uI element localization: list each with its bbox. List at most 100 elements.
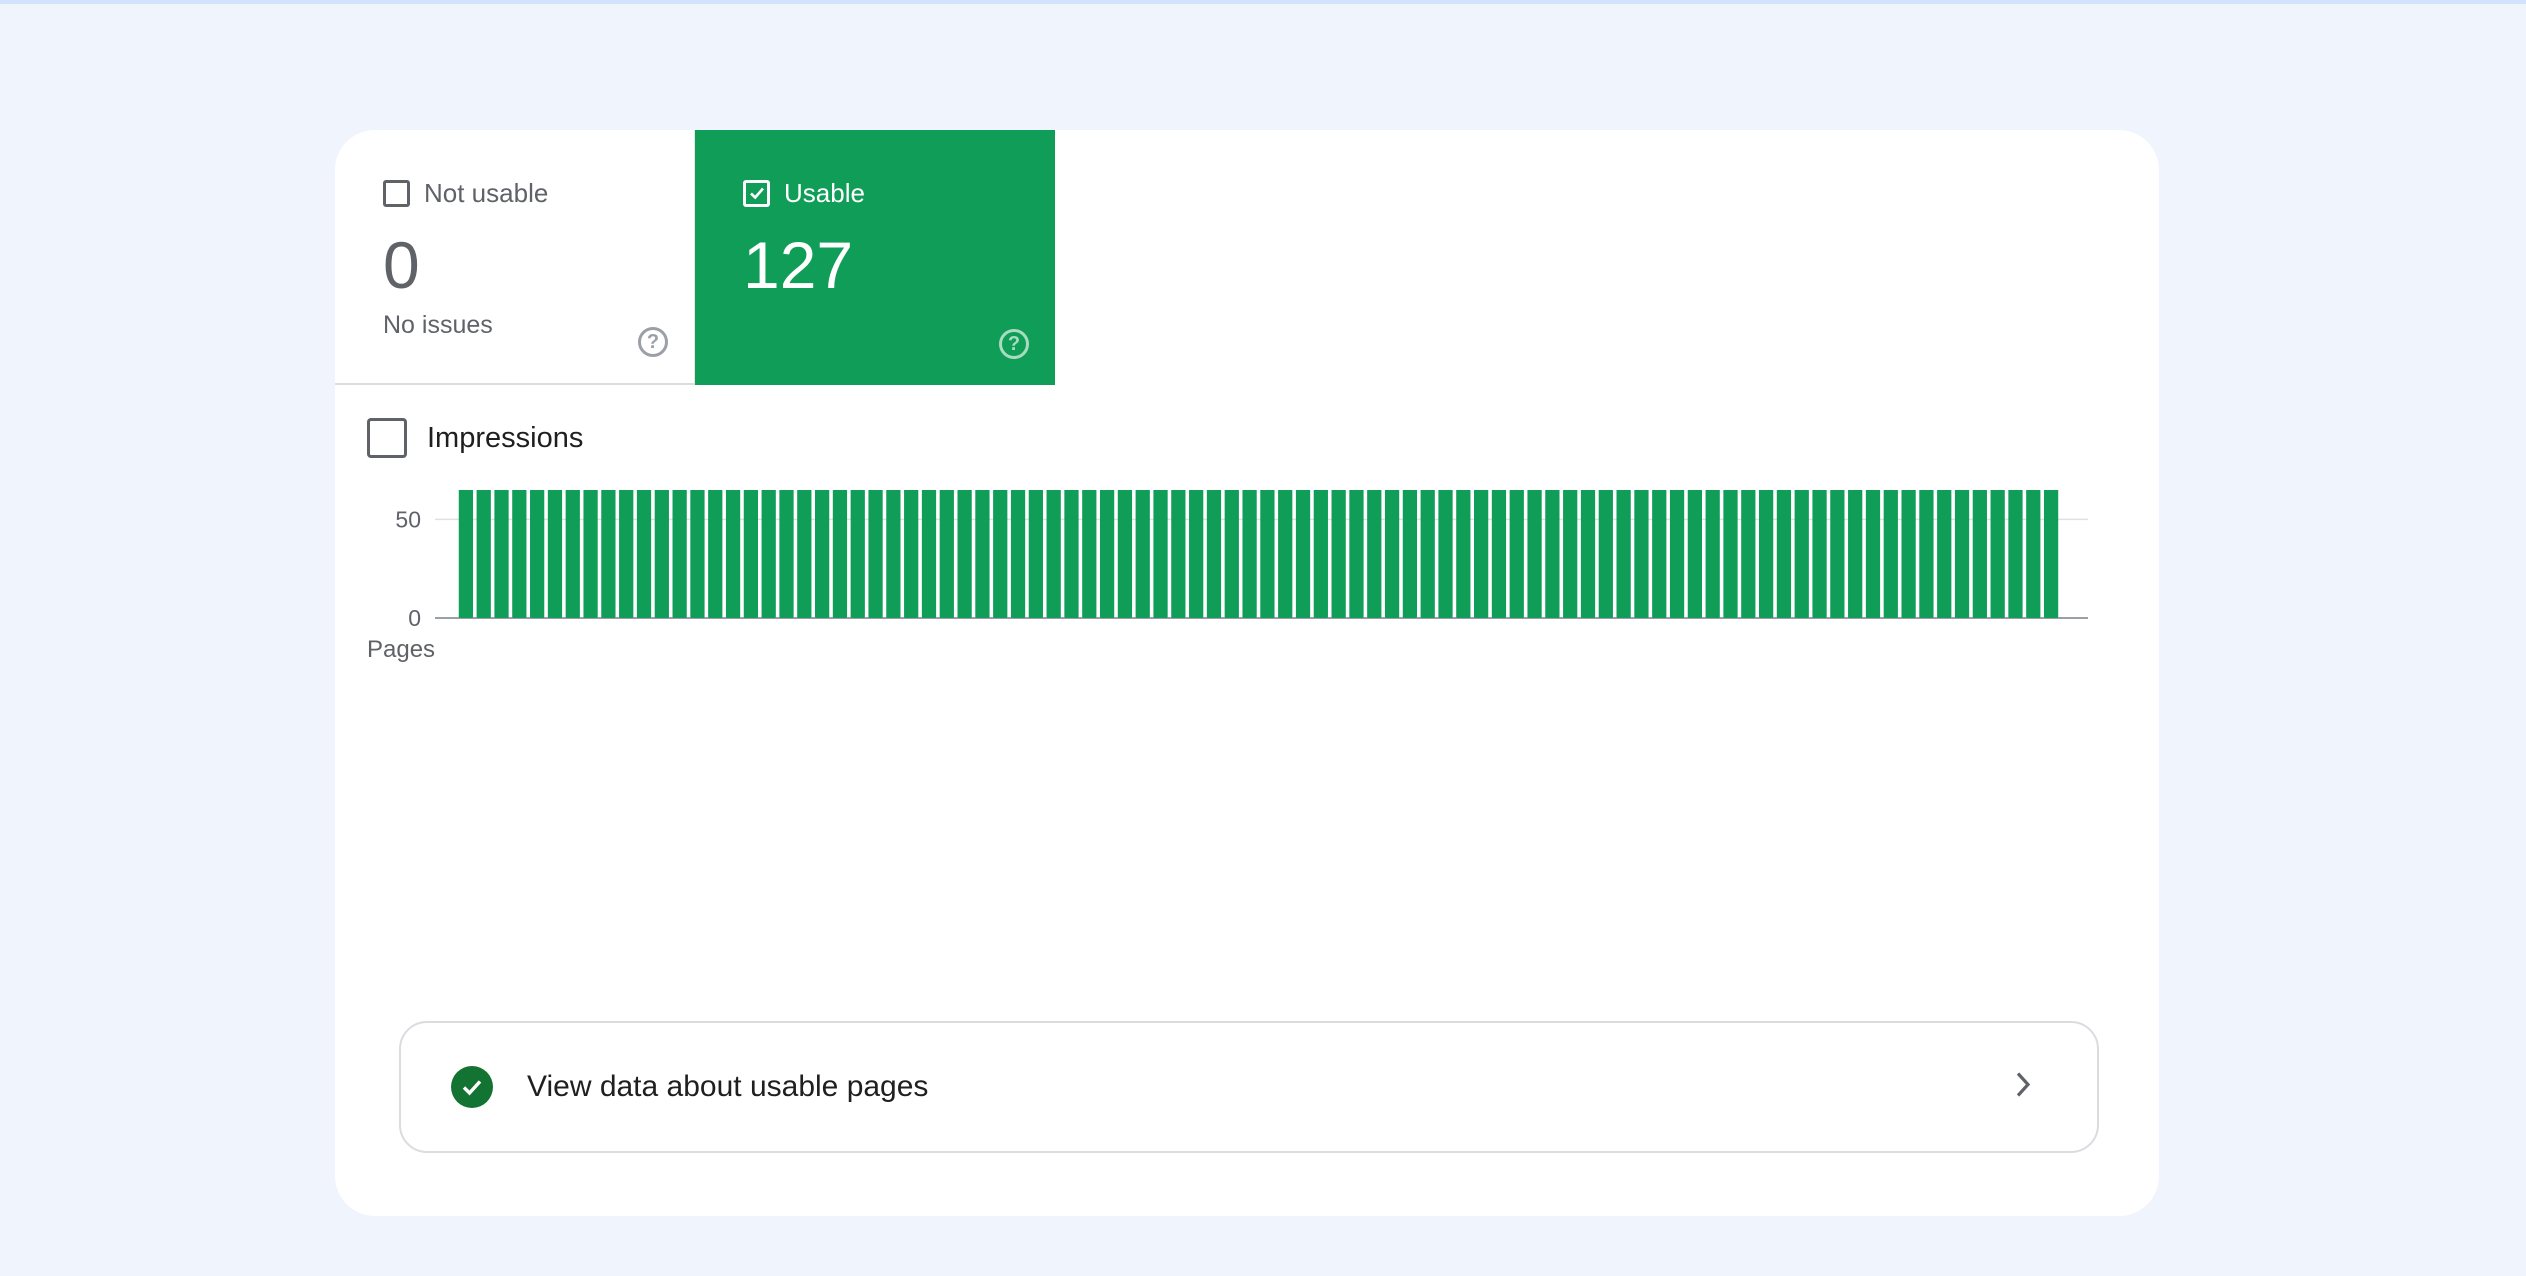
chart-bar bbox=[512, 490, 527, 618]
chart-bar bbox=[1384, 490, 1400, 618]
chart-bar bbox=[1616, 490, 1631, 618]
chart-bar bbox=[547, 490, 563, 618]
chart-bar bbox=[904, 490, 919, 618]
chart-bar bbox=[1509, 490, 1524, 618]
chart-bar bbox=[1474, 490, 1489, 618]
chart-bar bbox=[1723, 490, 1738, 618]
chart-bar bbox=[654, 490, 669, 618]
chart-bar bbox=[1420, 490, 1435, 618]
y-tick-label: 0 bbox=[408, 605, 421, 631]
chart-bar bbox=[1206, 490, 1222, 618]
checkbox-unchecked-icon[interactable] bbox=[383, 179, 410, 207]
tile-not-usable[interactable]: Not usable 0 No issues ? bbox=[335, 130, 695, 385]
chart-bar bbox=[690, 490, 705, 618]
chart-bar bbox=[1705, 490, 1720, 618]
chart-bar bbox=[1563, 490, 1578, 618]
chart-bar bbox=[1527, 490, 1542, 618]
chart-bar bbox=[1313, 490, 1328, 618]
chart-bar bbox=[975, 490, 990, 618]
impressions-checkbox-icon[interactable] bbox=[367, 418, 407, 458]
chart-bar bbox=[1919, 490, 1934, 618]
chevron-right-icon bbox=[2013, 1070, 2033, 1105]
chart-bar bbox=[725, 490, 741, 618]
chart-bar bbox=[1438, 490, 1453, 618]
chart-bar bbox=[1545, 490, 1560, 618]
chart-bar bbox=[1349, 490, 1364, 618]
usability-card: Not usable 0 No issues ? Usable 127 ? Im… bbox=[335, 130, 2159, 1216]
chart-bar bbox=[1741, 490, 1756, 618]
chart-bar bbox=[868, 490, 883, 618]
chart-bar bbox=[2043, 490, 2059, 618]
chart-bar bbox=[1990, 490, 2005, 618]
chart-bar bbox=[1776, 490, 1792, 618]
chart-bar bbox=[1135, 490, 1150, 618]
chart-bar bbox=[565, 490, 580, 618]
chart-bar bbox=[636, 490, 652, 618]
chart-bar bbox=[672, 490, 687, 618]
chart-bar bbox=[1099, 490, 1115, 618]
tile-not-usable-label: Not usable bbox=[424, 177, 549, 208]
chart-bar bbox=[779, 490, 794, 618]
chart-bar bbox=[1046, 490, 1061, 618]
chart-bar bbox=[1954, 490, 1970, 618]
chart-bar bbox=[1402, 490, 1418, 618]
chart-bar bbox=[1189, 490, 1204, 618]
chart-bar bbox=[743, 490, 759, 618]
chart-bar bbox=[1669, 490, 1685, 618]
help-icon[interactable]: ? bbox=[999, 329, 1029, 359]
chart-bar bbox=[1972, 490, 1987, 618]
chart-bar bbox=[1117, 490, 1133, 618]
chart-bar bbox=[619, 490, 634, 618]
chart-bar bbox=[921, 490, 937, 618]
tile-usable-header: Usable bbox=[743, 175, 1055, 211]
impressions-toggle[interactable]: Impressions bbox=[367, 418, 583, 458]
tile-usable-label: Usable bbox=[784, 177, 865, 208]
chart-bar bbox=[1901, 490, 1916, 618]
top-progress-line bbox=[0, 0, 2526, 4]
chart-bar bbox=[1598, 490, 1613, 618]
chart-bar bbox=[1580, 490, 1596, 618]
view-usable-pages-link[interactable]: View data about usable pages bbox=[399, 1021, 2099, 1153]
chart-bar bbox=[1865, 490, 1881, 618]
chart-bar bbox=[850, 490, 865, 618]
chart-bar bbox=[1295, 490, 1311, 618]
chart-bar bbox=[761, 490, 776, 618]
y-tick-label: 50 bbox=[395, 506, 421, 532]
chart-bar bbox=[530, 490, 545, 618]
chart-bar bbox=[1456, 490, 1471, 618]
chart-bar bbox=[1010, 490, 1026, 618]
chart-bar bbox=[1367, 490, 1382, 618]
chart-bar bbox=[494, 490, 509, 618]
chart-bar bbox=[1260, 490, 1275, 618]
y-axis-title: Pages bbox=[367, 636, 435, 663]
chart-bar bbox=[583, 490, 598, 618]
chart-bar bbox=[886, 490, 901, 618]
check-circle-icon bbox=[451, 1066, 493, 1108]
chart-bar bbox=[1830, 490, 1845, 618]
tile-usable-count: 127 bbox=[743, 228, 854, 302]
chart-bar bbox=[1153, 490, 1168, 618]
chart-bar bbox=[939, 490, 954, 618]
usable-pages-chart: Pages0501001506/15/236/27/237/9/237/21/2… bbox=[367, 490, 2088, 663]
chart-bar bbox=[1242, 490, 1257, 618]
tile-not-usable-count: 0 bbox=[383, 228, 420, 302]
chart-bar bbox=[1278, 490, 1293, 618]
chart-bar bbox=[1883, 490, 1898, 618]
help-icon[interactable]: ? bbox=[638, 327, 668, 357]
chart-bar bbox=[708, 490, 723, 618]
tile-usable[interactable]: Usable 127 ? bbox=[695, 130, 1055, 385]
chart-bar bbox=[1491, 490, 1507, 618]
chart-bar bbox=[1224, 490, 1239, 618]
chart-bar bbox=[1812, 490, 1827, 618]
chart-bar bbox=[1794, 490, 1809, 618]
view-usable-pages-label: View data about usable pages bbox=[527, 1070, 929, 1103]
chart-bar bbox=[1937, 490, 1952, 618]
chart-bar bbox=[601, 490, 616, 618]
chart-bar bbox=[815, 490, 830, 618]
checkbox-checked-icon[interactable] bbox=[743, 179, 770, 207]
chart-bar bbox=[957, 490, 972, 618]
chart-bar bbox=[2008, 490, 2023, 618]
chart-bar bbox=[993, 490, 1008, 618]
chart-bar bbox=[1758, 490, 1774, 618]
chart-bar bbox=[1171, 490, 1186, 618]
